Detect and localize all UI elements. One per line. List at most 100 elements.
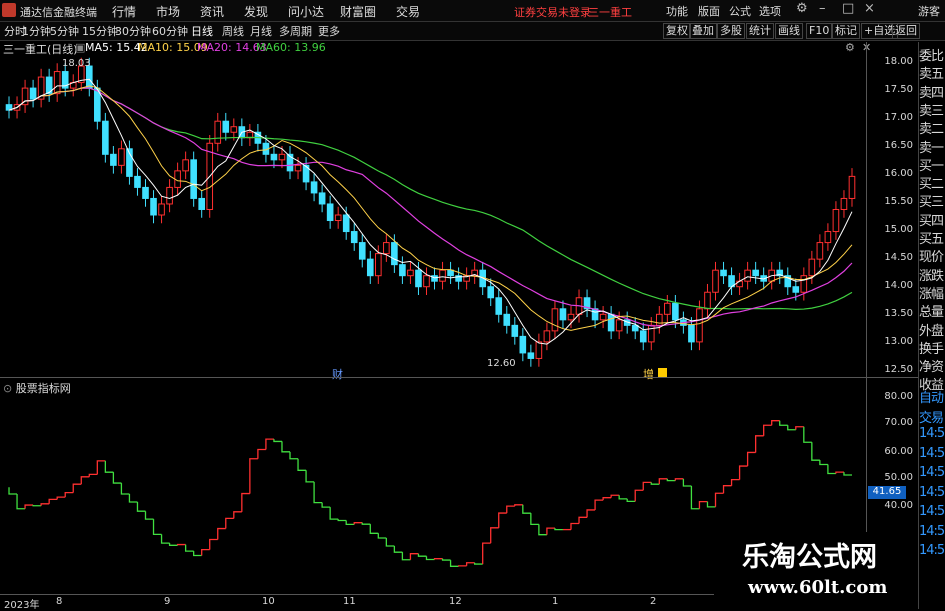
watermark-line2: www.60lt.com [748,577,887,598]
candle-body [560,309,566,320]
period-daily[interactable]: 日线 [191,23,213,39]
minimize-icon[interactable]: – [819,1,826,16]
candle-body [351,232,357,243]
guest-label[interactable]: 游客 [918,3,940,19]
indicator-step [258,450,266,459]
indicator-step [499,513,507,528]
indicator-step [523,505,531,513]
indicator-step [322,503,330,508]
candle-body [520,336,526,353]
period-5min[interactable]: 5分钟 [50,23,79,39]
tool-huaxian[interactable]: 画线 [775,23,803,39]
tool-duogu[interactable]: 多股 [717,23,745,39]
candle-body [544,331,550,342]
indicator-step [571,523,579,529]
tool-fuquan[interactable]: 复权 [663,23,691,39]
candle-body [215,121,221,143]
zeng-marker[interactable]: 增 [641,366,656,382]
period-1min[interactable]: 1分钟 [22,23,51,39]
indicator-step [41,504,49,506]
x-tick: 9 [164,596,170,607]
indicator-step [443,559,451,560]
menu-wenxiaoda[interactable]: 问小达 [288,3,324,20]
candle-body [384,243,390,254]
indicator-step [274,439,282,441]
menu-faxian[interactable]: 发现 [244,3,268,20]
side-panel-label: 换手 [919,338,945,357]
tool-fanhui[interactable]: 返回 [892,23,920,39]
menu-hangqing[interactable]: 行情 [112,3,136,20]
menu-banmian[interactable]: 版面 [698,3,720,19]
indicator-step [483,543,491,564]
indicator-step [266,439,274,449]
menu-gongshi[interactable]: 公式 [729,3,751,19]
candle-body [809,259,815,276]
maximize-icon[interactable]: □ [842,1,854,16]
candle-body [713,270,719,292]
period-30min[interactable]: 30分钟 [115,23,151,39]
side-panel-label: 涨幅 [919,283,945,302]
indicator-step [475,563,483,564]
tool-diejia[interactable]: 叠加 [689,23,717,39]
period-15min[interactable]: 15分钟 [82,23,118,39]
settings-icon[interactable]: ⚙ [845,41,855,54]
indicator-step [764,425,772,436]
side-panel-label: 14:50 [919,465,945,480]
period-more[interactable]: 更多 [318,23,340,39]
candle-body [801,276,807,293]
menu-zixun[interactable]: 资讯 [200,3,224,20]
indicator-step [418,554,426,557]
indicator-step [788,425,796,430]
indicator-step [370,524,378,533]
side-panel-label: 买五 [919,228,945,247]
candle-body [416,270,422,287]
menu-jiaoyi[interactable]: 交易 [396,3,420,20]
x-tick: 12 [449,596,462,607]
pane-separator [0,377,918,378]
period-60min[interactable]: 60分钟 [152,23,188,39]
collapse-icon[interactable]: ▣ [75,41,85,54]
period-multi[interactable]: 多周期 [279,23,312,39]
fin-marker[interactable]: 财 [330,366,345,382]
settings-icon[interactable]: ⚙ [796,1,808,16]
price-tick: 18.00 [883,56,913,67]
menu-caifuquan[interactable]: 财富圈 [340,3,376,20]
price-tick: 13.00 [883,336,913,347]
side-panel-label: 委比 [919,45,945,64]
side-panel-label: 14:50 [919,524,945,539]
tool-tongji[interactable]: 统计 [746,23,774,39]
stock-name-title: 三一重工 [588,4,632,20]
indicator-step [378,533,386,538]
event-marker-icon[interactable] [658,368,667,377]
x-tick: 10 [262,596,275,607]
ind-tick: 60.00 [883,446,913,457]
indicator-step [113,472,121,483]
candle-body [343,215,349,232]
indicator-step [129,494,137,502]
close-icon[interactable]: × [864,1,875,16]
login-status[interactable]: 证券交易未登录 [514,4,591,20]
period-weekly[interactable]: 周线 [222,23,244,39]
candle-body [119,149,125,166]
price-chart[interactable] [0,55,915,375]
tool-biaoji[interactable]: 标记 [832,23,860,39]
indicator-step [659,479,667,484]
side-panel-label: 14:50 [919,543,945,558]
indicator-step [716,493,724,507]
indicator-step [635,490,643,501]
menu-gongneng[interactable]: 功能 [666,3,688,19]
candle-body [223,121,229,132]
axis-divider [866,42,867,594]
indicator-step [707,502,715,507]
indicator-step [756,436,764,453]
menu-shichang[interactable]: 市场 [156,3,180,20]
candle-body [327,204,333,221]
indicator-step [772,421,780,426]
tool-f10[interactable]: F10 [806,23,832,39]
menu-xuanxiang[interactable]: 选项 [759,3,781,19]
price-tick: 17.00 [883,112,913,123]
period-monthly[interactable]: 月线 [250,23,272,39]
price-tick: 16.50 [883,140,913,151]
side-panel-label: 自动 [919,387,945,406]
candle-body [311,182,317,193]
